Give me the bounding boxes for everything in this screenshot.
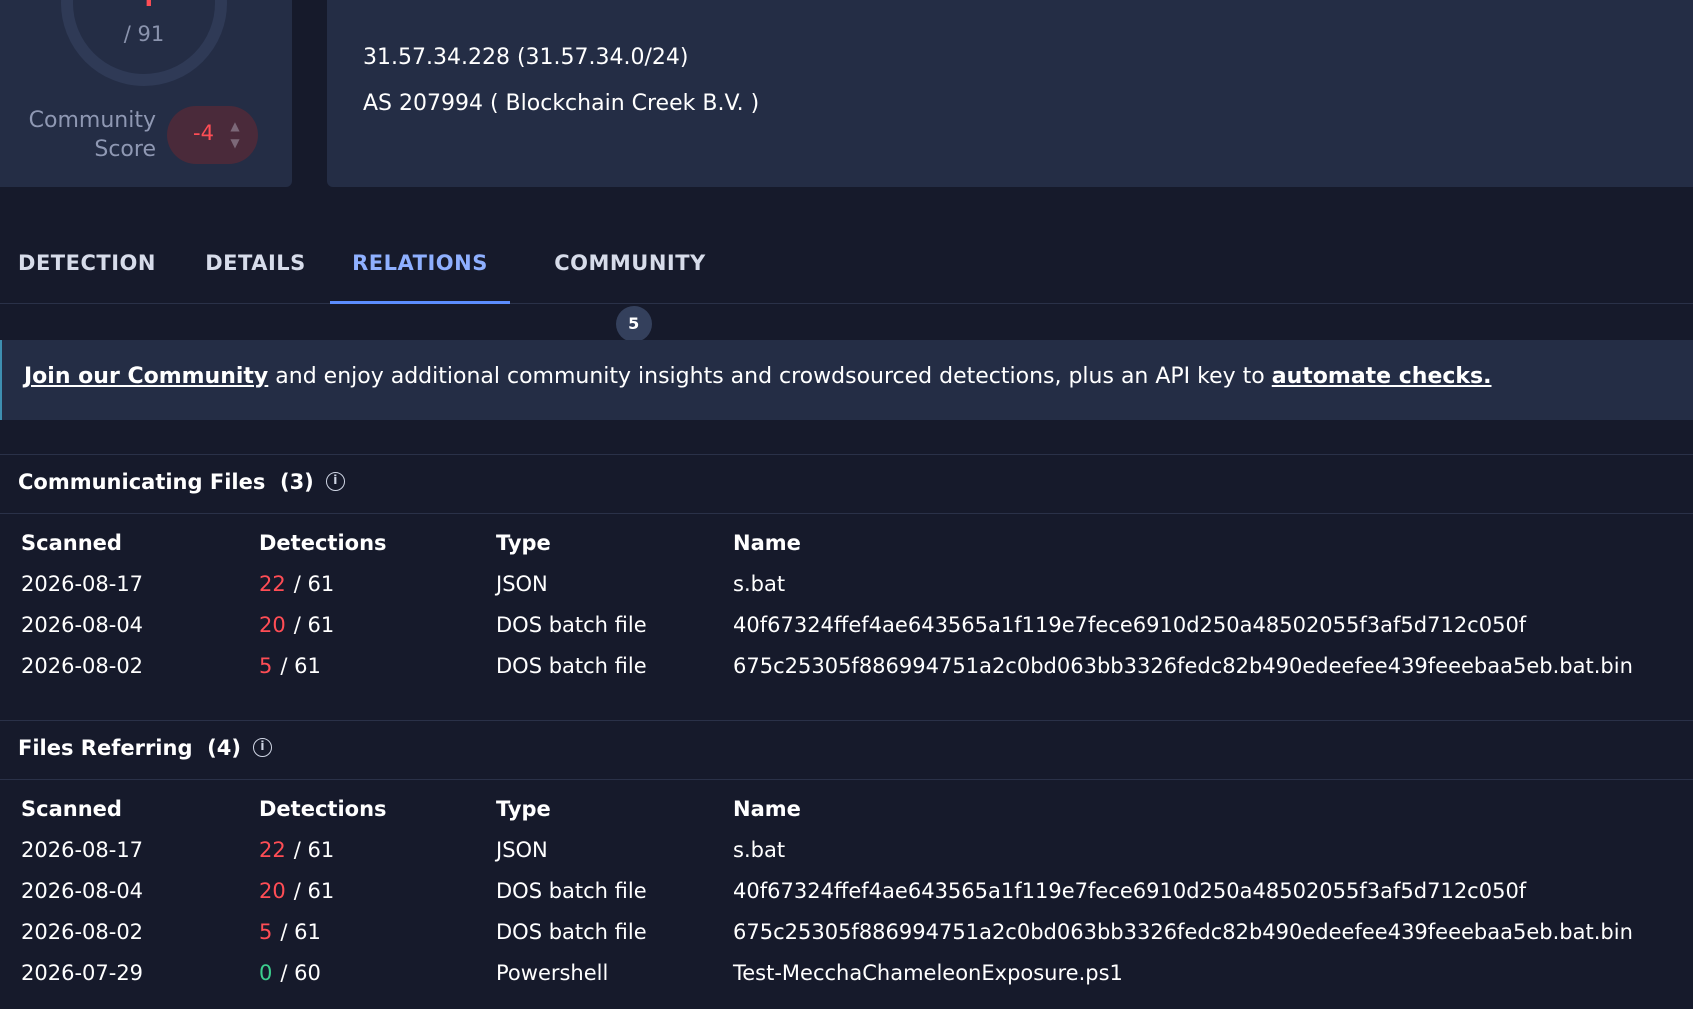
- table-row[interactable]: 2026-08-04 20/ 61 DOS batch file 40f6732…: [0, 605, 1693, 646]
- scanned-date: 2026-07-29: [21, 961, 144, 985]
- table-header-row: Scanned Detections Type Name: [0, 789, 1693, 830]
- vote-down-icon[interactable]: ▼: [227, 135, 243, 152]
- scanned-date: 2026-08-02: [21, 654, 144, 678]
- ip-address: 31.57.34.228 (31.57.34.0/24): [363, 45, 689, 70]
- scanned-date: 2026-08-17: [21, 838, 144, 862]
- file-name-link[interactable]: 40f67324ffef4ae643565a1f119e7fece6910d25…: [733, 871, 1526, 912]
- community-score-widget[interactable]: -4 ▲ ▼: [167, 106, 258, 164]
- file-type: JSON: [496, 572, 548, 596]
- table-row[interactable]: 2026-08-17 22/ 61 JSON s.bat: [0, 564, 1693, 605]
- tab-relations[interactable]: RELATIONS: [330, 232, 510, 304]
- detection-total: / 91: [123, 22, 165, 46]
- detection-ratio: 20/ 61: [259, 613, 335, 637]
- scanned-date: 2026-08-17: [21, 572, 144, 596]
- file-name-link[interactable]: 675c25305f886994751a2c0bd063bb3326fedc82…: [733, 646, 1633, 687]
- tab-community-label: COMMUNITY: [554, 251, 706, 275]
- communicating-files-header: Communicating Files (3) i: [0, 454, 1693, 514]
- relations-page: 4 / 91 Community Score -4 ▲ ▼ 31.57.34.2…: [0, 0, 1693, 1009]
- file-name-link[interactable]: s.bat: [733, 564, 785, 605]
- table-row[interactable]: 2026-08-02 5/ 61 DOS batch file 675c2530…: [0, 646, 1693, 687]
- score-card: 4 / 91 Community Score -4 ▲ ▼: [0, 0, 292, 187]
- file-type: Powershell: [496, 961, 609, 985]
- join-community-link[interactable]: Join our Community: [24, 364, 268, 389]
- file-type: JSON: [496, 838, 548, 862]
- col-detections: Detections: [259, 797, 387, 821]
- detection-ratio: 5/ 61: [259, 920, 321, 944]
- automate-checks-link[interactable]: automate checks.: [1272, 364, 1492, 389]
- table-row[interactable]: 2026-07-29 0/ 60 Powershell Test-MecchaC…: [0, 953, 1693, 994]
- detection-ratio: 20/ 61: [259, 879, 335, 903]
- tab-details[interactable]: DETAILS: [204, 232, 307, 304]
- detection-gauge: 4 / 91: [61, 0, 227, 86]
- file-type: DOS batch file: [496, 920, 647, 944]
- community-count-badge: 5: [616, 306, 652, 342]
- detection-ratio: 22/ 61: [259, 572, 335, 596]
- col-scanned: Scanned: [21, 531, 122, 555]
- files-referring-table: Scanned Detections Type Name 2026-08-17 …: [0, 789, 1693, 994]
- detection-count: 4: [73, 0, 215, 14]
- file-name-link[interactable]: 675c25305f886994751a2c0bd063bb3326fedc82…: [733, 912, 1633, 953]
- vote-up-icon[interactable]: ▲: [227, 118, 243, 135]
- community-score-label: Community Score: [28, 108, 156, 162]
- table-row[interactable]: 2026-08-04 20/ 61 DOS batch file 40f6732…: [0, 871, 1693, 912]
- as-owner: AS 207994 ( Blockchain Creek B.V. ): [363, 91, 760, 116]
- communicating-files-table: Scanned Detections Type Name 2026-08-17 …: [0, 523, 1693, 687]
- join-community-banner: Join our Community and enjoy additional …: [0, 340, 1693, 420]
- detection-ratio: 22/ 61: [259, 838, 335, 862]
- vote-arrows: ▲ ▼: [227, 118, 243, 152]
- file-name-link[interactable]: 40f67324ffef4ae643565a1f119e7fece6910d25…: [733, 605, 1526, 646]
- ip-info-card: 31.57.34.228 (31.57.34.0/24) AS 207994 (…: [327, 0, 1693, 187]
- file-name-link[interactable]: s.bat: [733, 830, 785, 871]
- table-header-row: Scanned Detections Type Name: [0, 523, 1693, 564]
- col-name: Name: [733, 531, 801, 555]
- info-icon[interactable]: i: [252, 737, 272, 757]
- col-type: Type: [496, 797, 551, 821]
- table-row[interactable]: 2026-08-17 22/ 61 JSON s.bat: [0, 830, 1693, 871]
- banner-text: Join our Community and enjoy additional …: [24, 364, 1492, 389]
- section-title: Communicating Files (3) i: [18, 470, 345, 494]
- files-referring-header: Files Referring (4) i: [0, 720, 1693, 780]
- tab-community[interactable]: COMMUNITY 5: [540, 232, 720, 342]
- file-type: DOS batch file: [496, 654, 647, 678]
- col-name: Name: [733, 797, 801, 821]
- col-scanned: Scanned: [21, 797, 122, 821]
- scanned-date: 2026-08-02: [21, 920, 144, 944]
- file-type: DOS batch file: [496, 613, 647, 637]
- detection-ratio: 5/ 61: [259, 654, 321, 678]
- file-name-link[interactable]: Test-MecchaChameleonExposure.ps1: [733, 953, 1123, 994]
- community-score-value: -4: [193, 121, 214, 145]
- scanned-date: 2026-08-04: [21, 613, 144, 637]
- banner-message: and enjoy additional community insights …: [268, 364, 1272, 389]
- detection-ratio: 0/ 60: [259, 961, 321, 985]
- tab-detection[interactable]: DETECTION: [0, 232, 174, 304]
- section-title: Files Referring (4) i: [18, 736, 272, 760]
- info-icon[interactable]: i: [325, 471, 345, 491]
- col-detections: Detections: [259, 531, 387, 555]
- scanned-date: 2026-08-04: [21, 879, 144, 903]
- tab-bar: DETECTION DETAILS RELATIONS COMMUNITY 5: [0, 232, 1693, 342]
- col-type: Type: [496, 531, 551, 555]
- file-type: DOS batch file: [496, 879, 647, 903]
- table-row[interactable]: 2026-08-02 5/ 61 DOS batch file 675c2530…: [0, 912, 1693, 953]
